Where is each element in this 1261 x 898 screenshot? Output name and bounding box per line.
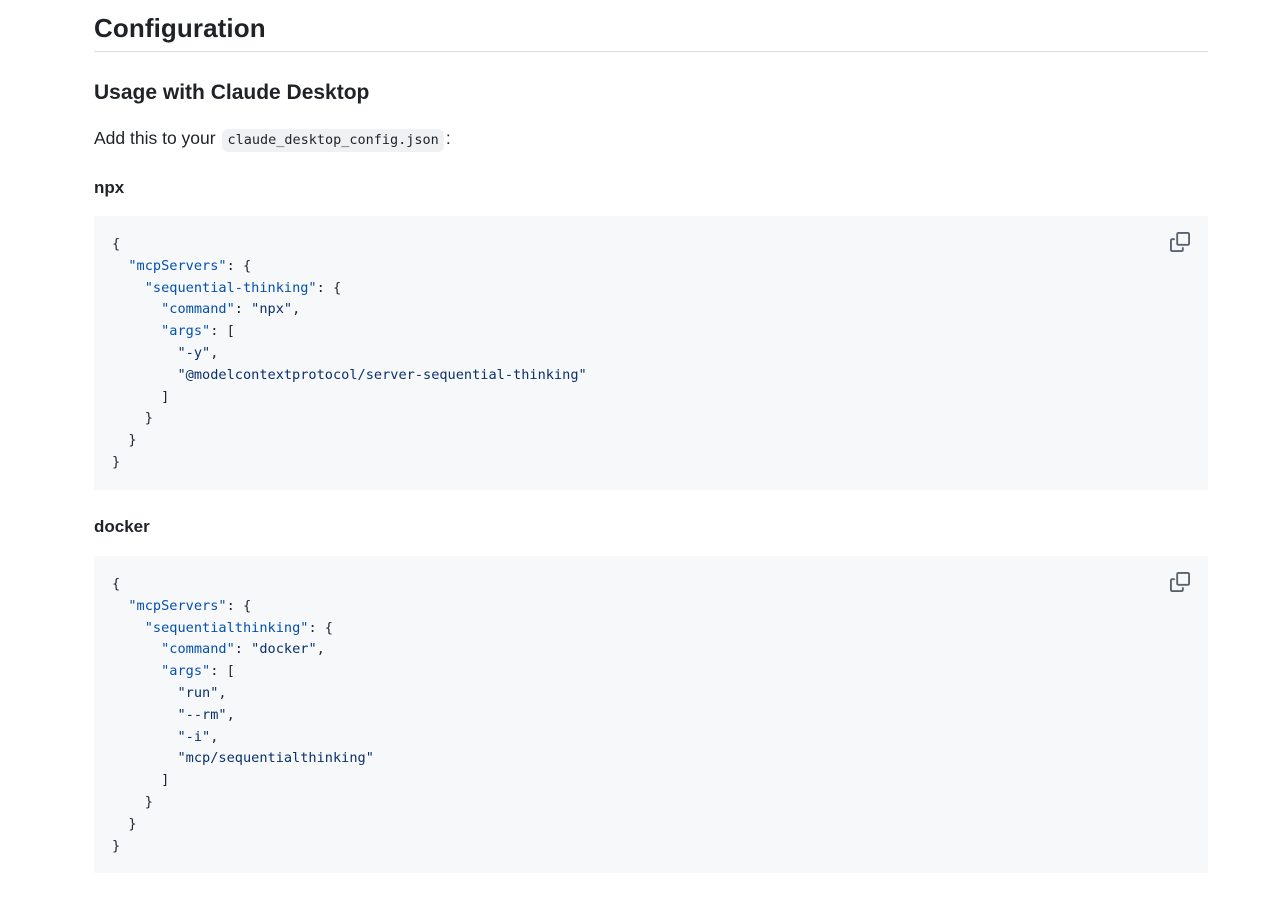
copy-icon[interactable] — [1170, 572, 1190, 592]
docker-code-block: { "mcpServers": { "sequentialthinking": … — [94, 556, 1208, 873]
docker-heading: docker — [94, 517, 150, 536]
heading-divider — [94, 51, 1208, 52]
copy-icon[interactable] — [1170, 232, 1190, 252]
intro-paragraph: Add this to your claude_desktop_config.j… — [94, 124, 451, 154]
npx-code-block: { "mcpServers": { "sequential-thinking":… — [94, 216, 1208, 490]
npx-heading: npx — [94, 178, 125, 197]
inline-code-filename: claude_desktop_config.json — [222, 129, 444, 152]
intro-suffix: : — [445, 128, 451, 148]
section-heading: Configuration — [94, 13, 266, 43]
intro-text: Add this to your — [94, 128, 216, 148]
subsection-heading: Usage with Claude Desktop — [94, 81, 370, 104]
npx-code: { "mcpServers": { "sequential-thinking":… — [112, 236, 587, 470]
docker-code: { "mcpServers": { "sequentialthinking": … — [112, 576, 374, 854]
